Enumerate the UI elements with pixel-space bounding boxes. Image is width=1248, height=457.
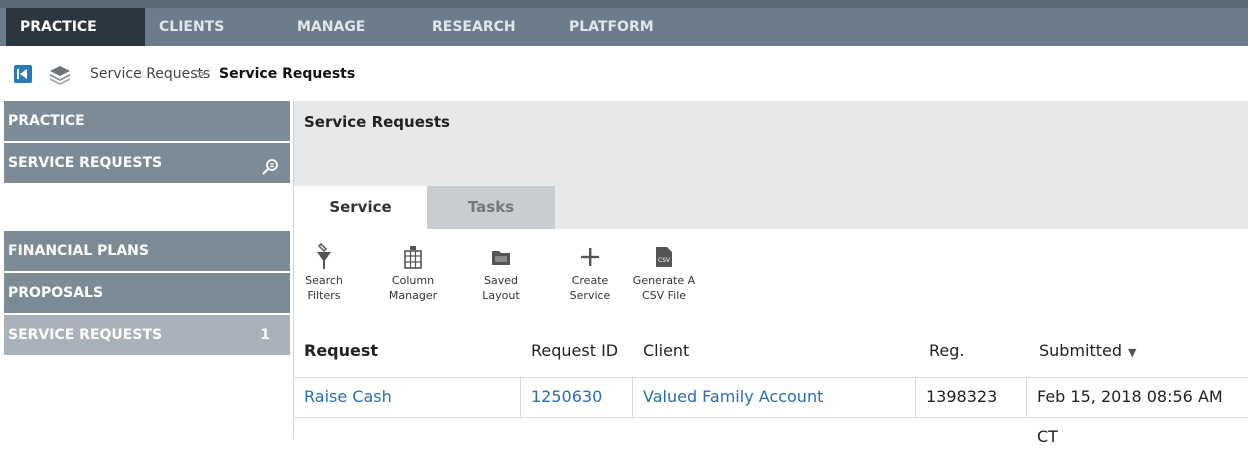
- table-row[interactable]: Raise Cash 1250630 Valued Family Account…: [293, 377, 1248, 446]
- sidebar-header-label: SERVICE REQUESTS: [8, 155, 163, 171]
- toolbar-label: Create: [571, 274, 609, 287]
- toolbar-label: Column: [391, 274, 435, 287]
- tab-clients[interactable]: CLIENTS: [159, 8, 224, 46]
- toolbar-label: CSV File: [641, 289, 687, 302]
- csv-icon-text: CSV: [658, 257, 671, 264]
- table-divider: [293, 417, 1248, 418]
- breadcrumb: Service Requests > Service Requests: [0, 58, 1248, 92]
- column-manager-button[interactable]: Column Manager: [381, 241, 445, 303]
- toolbar-label: Search: [305, 274, 343, 287]
- tab-practice[interactable]: PRACTICE: [6, 8, 145, 46]
- column-header-submitted[interactable]: Submitted ▼: [1039, 341, 1137, 360]
- column-header-reg[interactable]: Reg.: [929, 341, 964, 360]
- main-panel: Service Requests Service Tasks Search Fi…: [292, 101, 1248, 446]
- collapse-sidebar-icon[interactable]: [14, 65, 32, 83]
- sidebar-header-label: PRACTICE: [8, 113, 85, 129]
- cell-separator: [1026, 377, 1027, 417]
- toolbar-label: Filters: [307, 289, 341, 302]
- cell-reg: 1398323: [926, 387, 998, 406]
- generate-csv-button[interactable]: CSV Generate A CSV File: [631, 241, 697, 303]
- top-nav: PRACTICE CLIENTS MANAGE RESEARCH PLATFOR…: [0, 0, 1248, 46]
- search-filter-icon: [292, 241, 356, 273]
- sidebar-item-service-requests[interactable]: SERVICE REQUESTS 1: [4, 315, 290, 355]
- csv-file-icon: CSV: [631, 241, 697, 273]
- toolbar-label: Saved: [484, 274, 518, 287]
- sort-desc-icon[interactable]: ▼: [1128, 346, 1136, 359]
- sidebar-item-label: FINANCIAL PLANS: [8, 243, 149, 259]
- cell-separator: [915, 377, 916, 417]
- sidebar-header-service-requests[interactable]: SERVICE REQUESTS: [4, 143, 290, 183]
- column-header-request-id[interactable]: Request ID: [531, 341, 618, 360]
- tab-platform[interactable]: PLATFORM: [569, 8, 654, 46]
- toolbar-label: Generate A: [632, 274, 696, 287]
- cell-separator: [632, 377, 633, 417]
- sidebar-item-label: PROPOSALS: [8, 285, 104, 301]
- layers-icon: [48, 64, 72, 90]
- tab-service[interactable]: Service: [294, 186, 427, 229]
- search-filters-button[interactable]: Search Filters: [292, 241, 356, 303]
- create-service-button[interactable]: Create Service: [558, 241, 622, 303]
- cell-submitted: Feb 15, 2018 08:56 AM CT: [1037, 387, 1223, 446]
- top-nav-strip: [0, 0, 1248, 8]
- toolbar-label: Manager: [388, 289, 438, 302]
- breadcrumb-separator: >: [194, 64, 208, 83]
- column-header-label: Submitted: [1039, 341, 1123, 360]
- tab-manage[interactable]: MANAGE: [297, 8, 365, 46]
- folder-icon: [469, 241, 533, 273]
- cell-request-id[interactable]: 1250630: [531, 377, 602, 417]
- tab-tasks[interactable]: Tasks: [427, 186, 555, 229]
- sidebar-item-proposals[interactable]: PROPOSALS: [4, 273, 290, 313]
- toolbar-label: Layout: [482, 289, 520, 302]
- breadcrumb-item[interactable]: Service Requests: [90, 66, 210, 82]
- cell-client[interactable]: Valued Family Account: [643, 377, 823, 417]
- sidebar-item-label: SERVICE REQUESTS: [8, 327, 163, 343]
- sidebar-item-financial-plans[interactable]: FINANCIAL PLANS: [4, 231, 290, 271]
- tab-research[interactable]: RESEARCH: [432, 8, 516, 46]
- cell-request[interactable]: Raise Cash: [304, 377, 392, 417]
- sidebar-header-practice[interactable]: PRACTICE: [4, 101, 290, 141]
- column-header-request[interactable]: Request: [304, 341, 378, 360]
- search-icon[interactable]: [260, 153, 280, 193]
- column-manager-icon: [381, 241, 445, 273]
- column-header-client[interactable]: Client: [643, 341, 689, 360]
- toolbar-label: Service: [569, 289, 611, 302]
- page-title: Service Requests: [304, 113, 450, 131]
- plus-icon: [558, 241, 622, 273]
- sidebar-item-count: 1: [260, 327, 270, 343]
- saved-layout-button[interactable]: Saved Layout: [469, 241, 533, 303]
- cell-separator: [520, 377, 521, 417]
- breadcrumb-current: Service Requests: [219, 66, 356, 82]
